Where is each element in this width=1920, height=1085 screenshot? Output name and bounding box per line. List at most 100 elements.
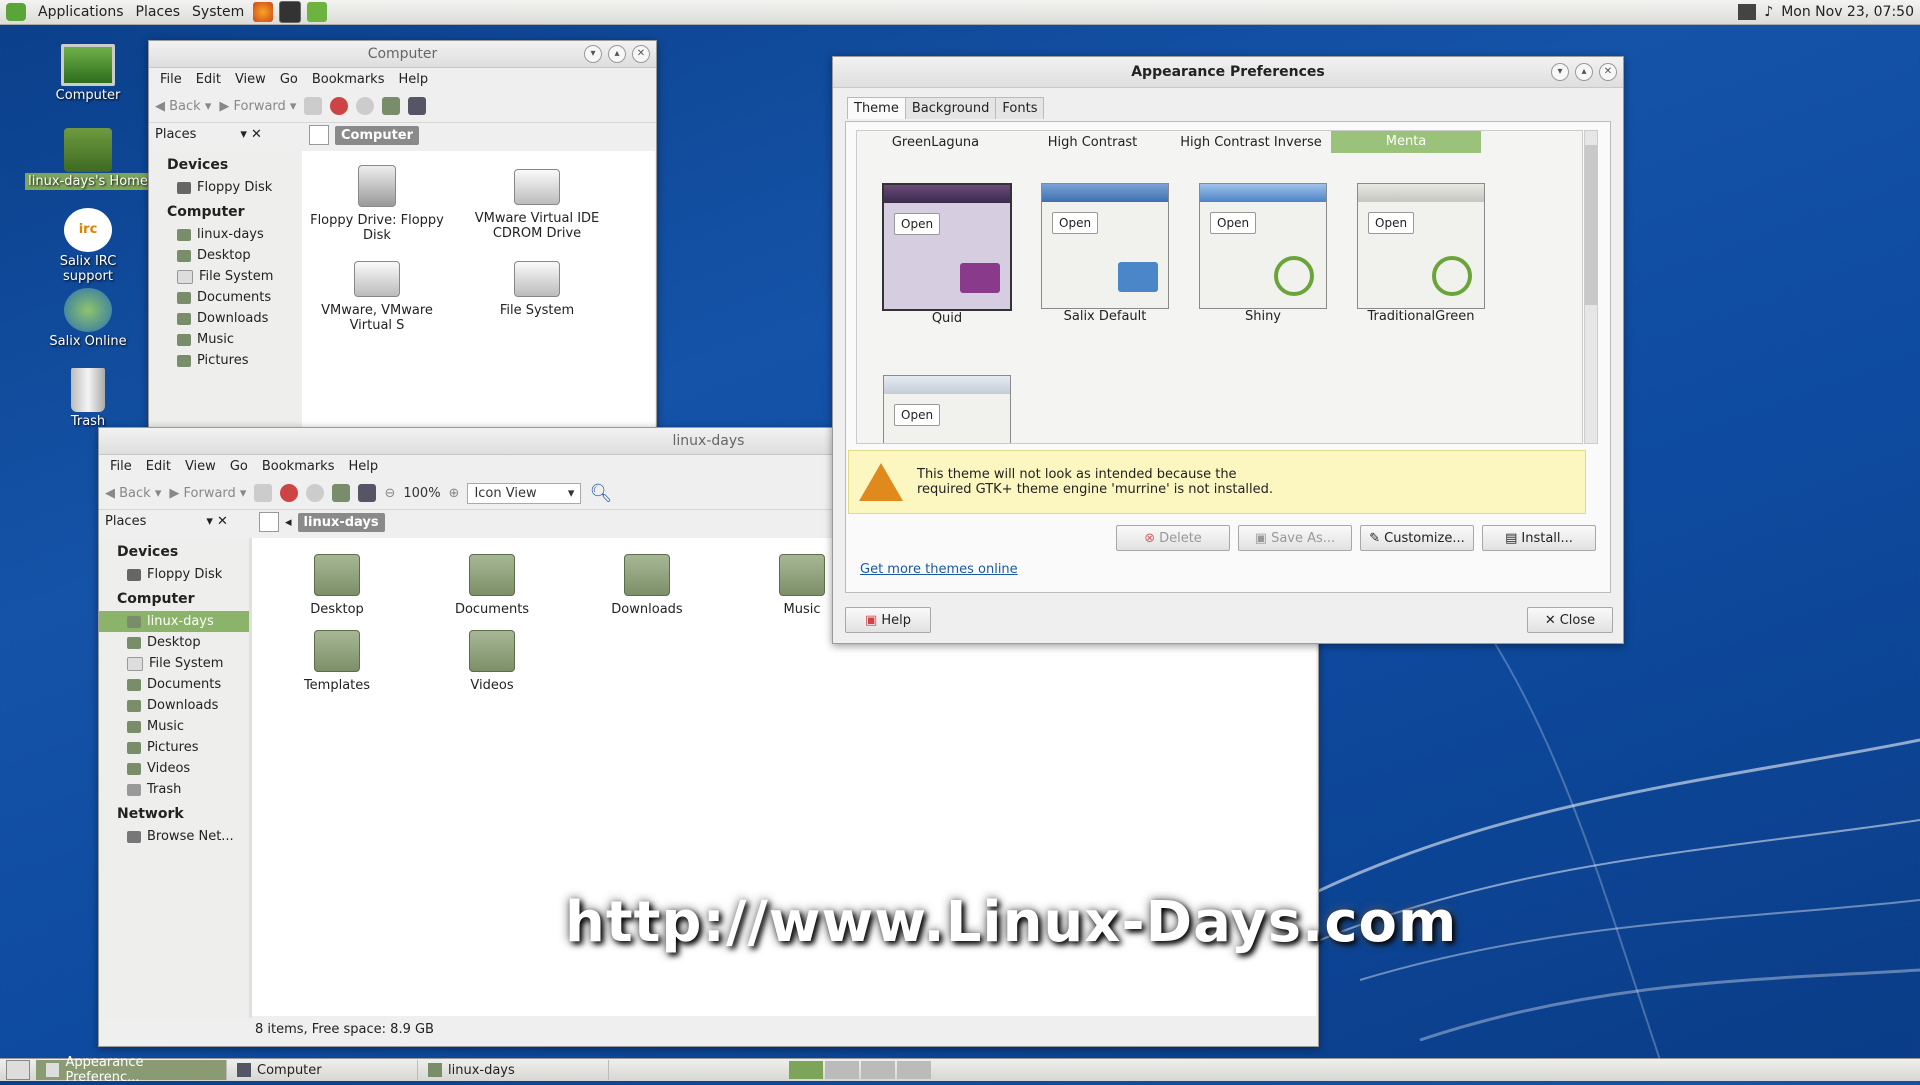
places-header[interactable]: Places ▾ ✕ <box>105 514 228 529</box>
theme-high-contrast[interactable]: High Contrast <box>1014 135 1171 150</box>
menu-view[interactable]: View <box>228 72 273 87</box>
stop-icon[interactable] <box>280 484 299 502</box>
sidebar-item-pictures[interactable]: Pictures <box>149 350 299 371</box>
theme-high-contrast-inverse[interactable]: High Contrast Inverse <box>1171 135 1331 150</box>
theme-greenlaguna[interactable]: GreenLaguna <box>857 135 1014 150</box>
file-item-desktop[interactable]: Desktop <box>262 554 412 617</box>
desktop-icon-computer[interactable]: Computer <box>38 44 138 103</box>
file-item-documents[interactable]: Documents <box>417 554 567 617</box>
theme-traditionalgreen[interactable]: Open TraditionalGreen <box>1351 183 1491 324</box>
more-themes-link[interactable]: Get more themes online <box>860 562 1018 577</box>
maximize-icon[interactable]: ▴ <box>1575 63 1593 81</box>
desktop-icon-home[interactable]: linux-days's Home <box>24 128 152 190</box>
sidebar-item-pictures[interactable]: Pictures <box>99 737 249 758</box>
salix-logo-icon[interactable] <box>6 3 26 21</box>
workspace-2[interactable] <box>825 1061 859 1079</box>
up-icon[interactable] <box>254 484 273 502</box>
menu-places[interactable]: Places <box>130 4 187 20</box>
file-item-vmware-disk[interactable]: VMware, VMware Virtual S <box>302 261 452 333</box>
menu-go[interactable]: Go <box>273 72 305 87</box>
sidebar-item-floppy[interactable]: Floppy Disk <box>99 564 249 585</box>
file-item-floppy[interactable]: Floppy Drive: Floppy Disk <box>302 165 452 243</box>
clock[interactable]: Mon Nov 23, 07:50 <box>1781 4 1914 20</box>
workspace-1[interactable] <box>789 1061 823 1079</box>
close-button[interactable]: ✕ Close <box>1527 607 1613 633</box>
chevron-left-icon[interactable]: ◂ <box>285 515 292 530</box>
desktop-icon-salix-online[interactable]: Salix Online <box>38 288 138 349</box>
sidebar-item-trash[interactable]: Trash <box>99 779 249 800</box>
menu-help[interactable]: Help <box>391 72 435 87</box>
menu-file[interactable]: File <box>103 459 139 474</box>
menu-edit[interactable]: Edit <box>139 459 178 474</box>
zoom-in-icon[interactable]: ⊕ <box>449 486 460 501</box>
reload-icon[interactable] <box>356 97 375 115</box>
theme-shiny[interactable]: Open Shiny <box>1193 183 1333 324</box>
task-appearance[interactable]: Appearance Preferenc... <box>36 1055 227 1085</box>
location-button[interactable]: Computer <box>335 125 420 145</box>
text-editor-icon[interactable] <box>307 2 328 22</box>
task-computer[interactable]: Computer <box>227 1060 418 1080</box>
forward-button[interactable]: ▶ Forward ▾ <box>219 99 296 114</box>
menu-bookmarks[interactable]: Bookmarks <box>255 459 342 474</box>
firefox-icon[interactable] <box>253 2 274 22</box>
computer-window-titlebar[interactable]: Computer ▾ ▴ ✕ <box>149 41 656 68</box>
tab-fonts[interactable]: Fonts <box>995 97 1045 119</box>
menu-view[interactable]: View <box>178 459 223 474</box>
network-icon[interactable] <box>1738 4 1757 20</box>
menu-applications[interactable]: Applications <box>32 4 130 20</box>
minimize-icon[interactable]: ▾ <box>1551 63 1569 81</box>
back-button[interactable]: ◀ Back ▾ <box>155 99 211 114</box>
stop-icon[interactable] <box>330 97 349 115</box>
computer-icon[interactable] <box>408 97 427 115</box>
workspace-4[interactable] <box>897 1061 931 1079</box>
menu-system[interactable]: System <box>186 4 250 20</box>
back-button[interactable]: ◀ Back ▾ <box>105 486 161 501</box>
menu-help[interactable]: Help <box>341 459 385 474</box>
delete-button[interactable]: ⊗ Delete <box>1116 525 1230 551</box>
appearance-window-titlebar[interactable]: Appearance Preferences ▾ ▴ ✕ <box>833 57 1623 88</box>
tab-background[interactable]: Background <box>904 97 997 119</box>
sidebar-item-downloads[interactable]: Downloads <box>99 695 249 716</box>
volume-icon[interactable]: ♪ <box>1764 4 1773 20</box>
sidebar-item-floppy[interactable]: Floppy Disk <box>149 177 299 198</box>
file-item-videos[interactable]: Videos <box>417 630 567 693</box>
workspace-3[interactable] <box>861 1061 895 1079</box>
sidebar-item-desktop[interactable]: Desktop <box>149 245 299 266</box>
file-item-downloads[interactable]: Downloads <box>572 554 722 617</box>
close-icon[interactable]: ✕ <box>632 45 650 63</box>
sidebar-item-music[interactable]: Music <box>99 716 249 737</box>
customize-button[interactable]: ✎ Customize... <box>1360 525 1474 551</box>
desktop-icon-trash[interactable]: Trash <box>38 368 138 429</box>
maximize-icon[interactable]: ▴ <box>608 45 626 63</box>
file-item-cdrom[interactable]: VMware Virtual IDE CDROM Drive <box>462 169 612 241</box>
sidebar-item-browse-network[interactable]: Browse Net... <box>99 826 249 847</box>
places-dropdown-icon[interactable]: ▾ ✕ <box>240 127 262 142</box>
install-button[interactable]: ▤ Install... <box>1482 525 1596 551</box>
sidebar-item-home[interactable]: linux-days <box>149 224 299 245</box>
edit-location-icon[interactable] <box>309 125 329 145</box>
theme-salix-default[interactable]: Open Salix Default <box>1035 183 1175 324</box>
tab-theme[interactable]: Theme <box>847 97 906 119</box>
places-dropdown-icon[interactable]: ▾ ✕ <box>206 514 228 529</box>
sidebar-item-filesystem[interactable]: File System <box>149 266 299 287</box>
scrollbar-thumb[interactable] <box>1585 145 1597 305</box>
search-icon[interactable]: 🔍︎ <box>589 483 612 504</box>
help-button[interactable]: ▣ Help <box>845 607 931 633</box>
sidebar-item-videos[interactable]: Videos <box>99 758 249 779</box>
theme-next[interactable]: Open <box>877 375 1017 443</box>
theme-quid[interactable]: Open Quid <box>877 183 1017 326</box>
sidebar-item-filesystem[interactable]: File System <box>99 653 249 674</box>
terminal-icon[interactable] <box>279 1 302 23</box>
task-linux-days[interactable]: linux-days <box>418 1060 609 1080</box>
file-item-filesystem[interactable]: File System <box>462 261 612 318</box>
computer-icon[interactable] <box>358 484 377 502</box>
reload-icon[interactable] <box>306 484 325 502</box>
show-desktop-icon[interactable] <box>6 1060 30 1080</box>
sidebar-item-music[interactable]: Music <box>149 329 299 350</box>
desktop-icon-irc[interactable]: irc Salix IRC support <box>38 208 138 284</box>
workspace-switcher[interactable] <box>789 1061 931 1079</box>
home-icon[interactable] <box>332 484 351 502</box>
view-mode-select[interactable]: Icon View ▾ <box>467 482 582 504</box>
menu-bookmarks[interactable]: Bookmarks <box>305 72 392 87</box>
up-icon[interactable] <box>304 97 323 115</box>
